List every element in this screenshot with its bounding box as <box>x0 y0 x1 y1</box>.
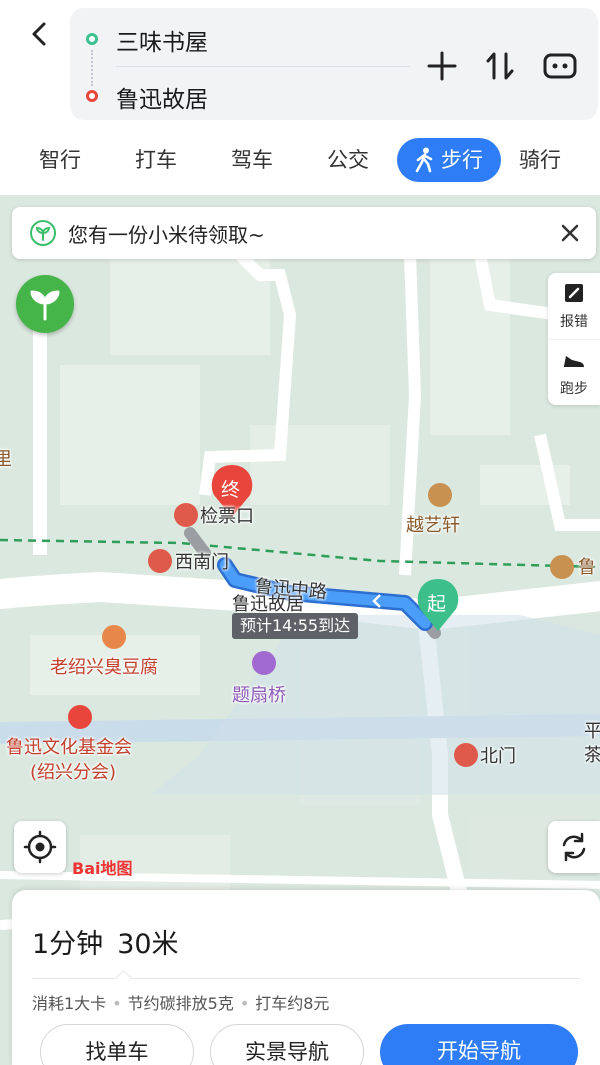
logo-text: Bai地图 <box>72 859 133 878</box>
divider <box>32 978 580 979</box>
carbon-text: 节约碳排放5克 <box>127 994 234 1013</box>
route-summary: 1分钟 30米 <box>32 922 179 961</box>
swap-route-button[interactable] <box>480 46 520 86</box>
poi-edge-li: 里 <box>0 449 12 470</box>
find-bike-button[interactable]: 找单车 <box>40 1024 194 1065</box>
ar-navigation-button[interactable]: 实景导航 <box>210 1024 364 1065</box>
poi-foundation-sub: (绍兴分会) <box>30 762 117 783</box>
edit-icon <box>565 284 583 302</box>
star-poi-icon <box>68 705 92 729</box>
more-options-button[interactable] <box>540 46 580 86</box>
close-icon <box>561 224 579 242</box>
end-dot-icon <box>86 90 98 102</box>
walking-person-icon <box>415 147 433 173</box>
eta-tag: 预计14:55到达 <box>232 613 359 639</box>
start-navigation-button[interactable]: 开始导航 <box>380 1024 578 1065</box>
baidu-map-logo: Bai地图 <box>72 855 132 879</box>
poi-foundation[interactable]: 鲁迅文化基金会 <box>6 733 132 759</box>
route-summary-sheet[interactable]: 1分钟 30米 消耗1大卡 • 节约碳排放5克 • 打车约8元 找单车 实景导航 开始导航 <box>12 890 600 1065</box>
report-error-label: 报错 <box>560 314 588 330</box>
gate-poi-icon <box>148 549 172 573</box>
back-button[interactable] <box>22 16 58 52</box>
start-marker-label: 起 <box>427 593 447 615</box>
poi-edge-lu: 鲁 <box>578 557 596 578</box>
sprout-icon <box>30 220 56 246</box>
duration-text: 1分钟 <box>32 929 104 960</box>
route-box: 三味书屋 鲁迅故居 <box>70 8 598 120</box>
more-icon <box>543 53 577 79</box>
poi-yueyixuan[interactable]: 越艺轩 <box>406 511 460 537</box>
poi-edge-cha: 茶 <box>584 745 600 766</box>
tab-walk-label: 步行 <box>441 148 483 172</box>
swap-icon <box>486 52 514 80</box>
divider <box>116 66 410 67</box>
reward-banner[interactable]: 您有一份小米待领取~ <box>12 207 596 259</box>
running-button[interactable]: 跑步 <box>548 339 600 403</box>
travel-mode-tabs: 智行 打车 驾车 公交 步行 骑行 <box>0 134 600 188</box>
tab-drive[interactable]: 驾车 <box>214 138 290 182</box>
map-side-tools: 报错 跑步 <box>548 273 600 405</box>
tab-taxi[interactable]: 打车 <box>118 138 194 182</box>
museum-poi-icon <box>550 555 574 579</box>
locate-button[interactable] <box>14 821 66 873</box>
add-waypoint-button[interactable] <box>422 46 462 86</box>
banner-text: 您有一份小米待领取~ <box>68 223 265 247</box>
tab-bike[interactable]: 骑行 <box>502 138 578 182</box>
tab-bus[interactable]: 公交 <box>310 138 386 182</box>
banner-close-button[interactable] <box>556 219 584 247</box>
crosshair-icon <box>23 830 57 864</box>
refresh-route-button[interactable] <box>548 821 600 873</box>
end-location-field[interactable]: 鲁迅故居 <box>116 80 208 114</box>
report-error-button[interactable]: 报错 <box>548 273 600 337</box>
food-poi-icon <box>102 625 126 649</box>
poi-doufu[interactable]: 老绍兴臭豆腐 <box>50 653 158 679</box>
shoe-icon <box>564 356 584 367</box>
attraction-poi-icon <box>252 651 276 675</box>
gate-poi-icon <box>454 743 478 767</box>
tab-smart[interactable]: 智行 <box>22 138 98 182</box>
poi-xinanmen[interactable]: 西南门 <box>175 548 229 574</box>
museum-poi-icon <box>428 483 452 507</box>
start-location-field[interactable]: 三味书屋 <box>116 23 208 57</box>
sprout-icon <box>30 290 60 321</box>
distance-text: 30米 <box>117 929 179 960</box>
route-extras: 消耗1大卡 • 节约碳排放5克 • 打车约8元 <box>32 994 330 1013</box>
route-header: 三味书屋 鲁迅故居 <box>0 0 600 128</box>
start-dot-icon <box>86 33 98 45</box>
end-marker-label: 终 <box>221 479 241 501</box>
gate-poi-icon <box>174 503 198 527</box>
taxi-estimate-text: 打车约8元 <box>255 994 330 1013</box>
refresh-icon <box>562 832 586 862</box>
chevron-left-icon <box>32 22 46 46</box>
poi-edge-ping: 平 <box>584 721 600 742</box>
plus-icon <box>427 51 457 81</box>
running-label: 跑步 <box>560 381 588 397</box>
poi-beimen[interactable]: 北门 <box>480 742 516 768</box>
poi-jianpiao[interactable]: 检票口 <box>200 502 254 528</box>
route-connector <box>91 50 93 86</box>
calories-text: 消耗1大卡 <box>32 994 107 1013</box>
poi-tishanqiao[interactable]: 题扇桥 <box>232 681 286 707</box>
tab-walk[interactable]: 步行 <box>397 138 501 182</box>
sprout-button[interactable] <box>16 275 74 333</box>
